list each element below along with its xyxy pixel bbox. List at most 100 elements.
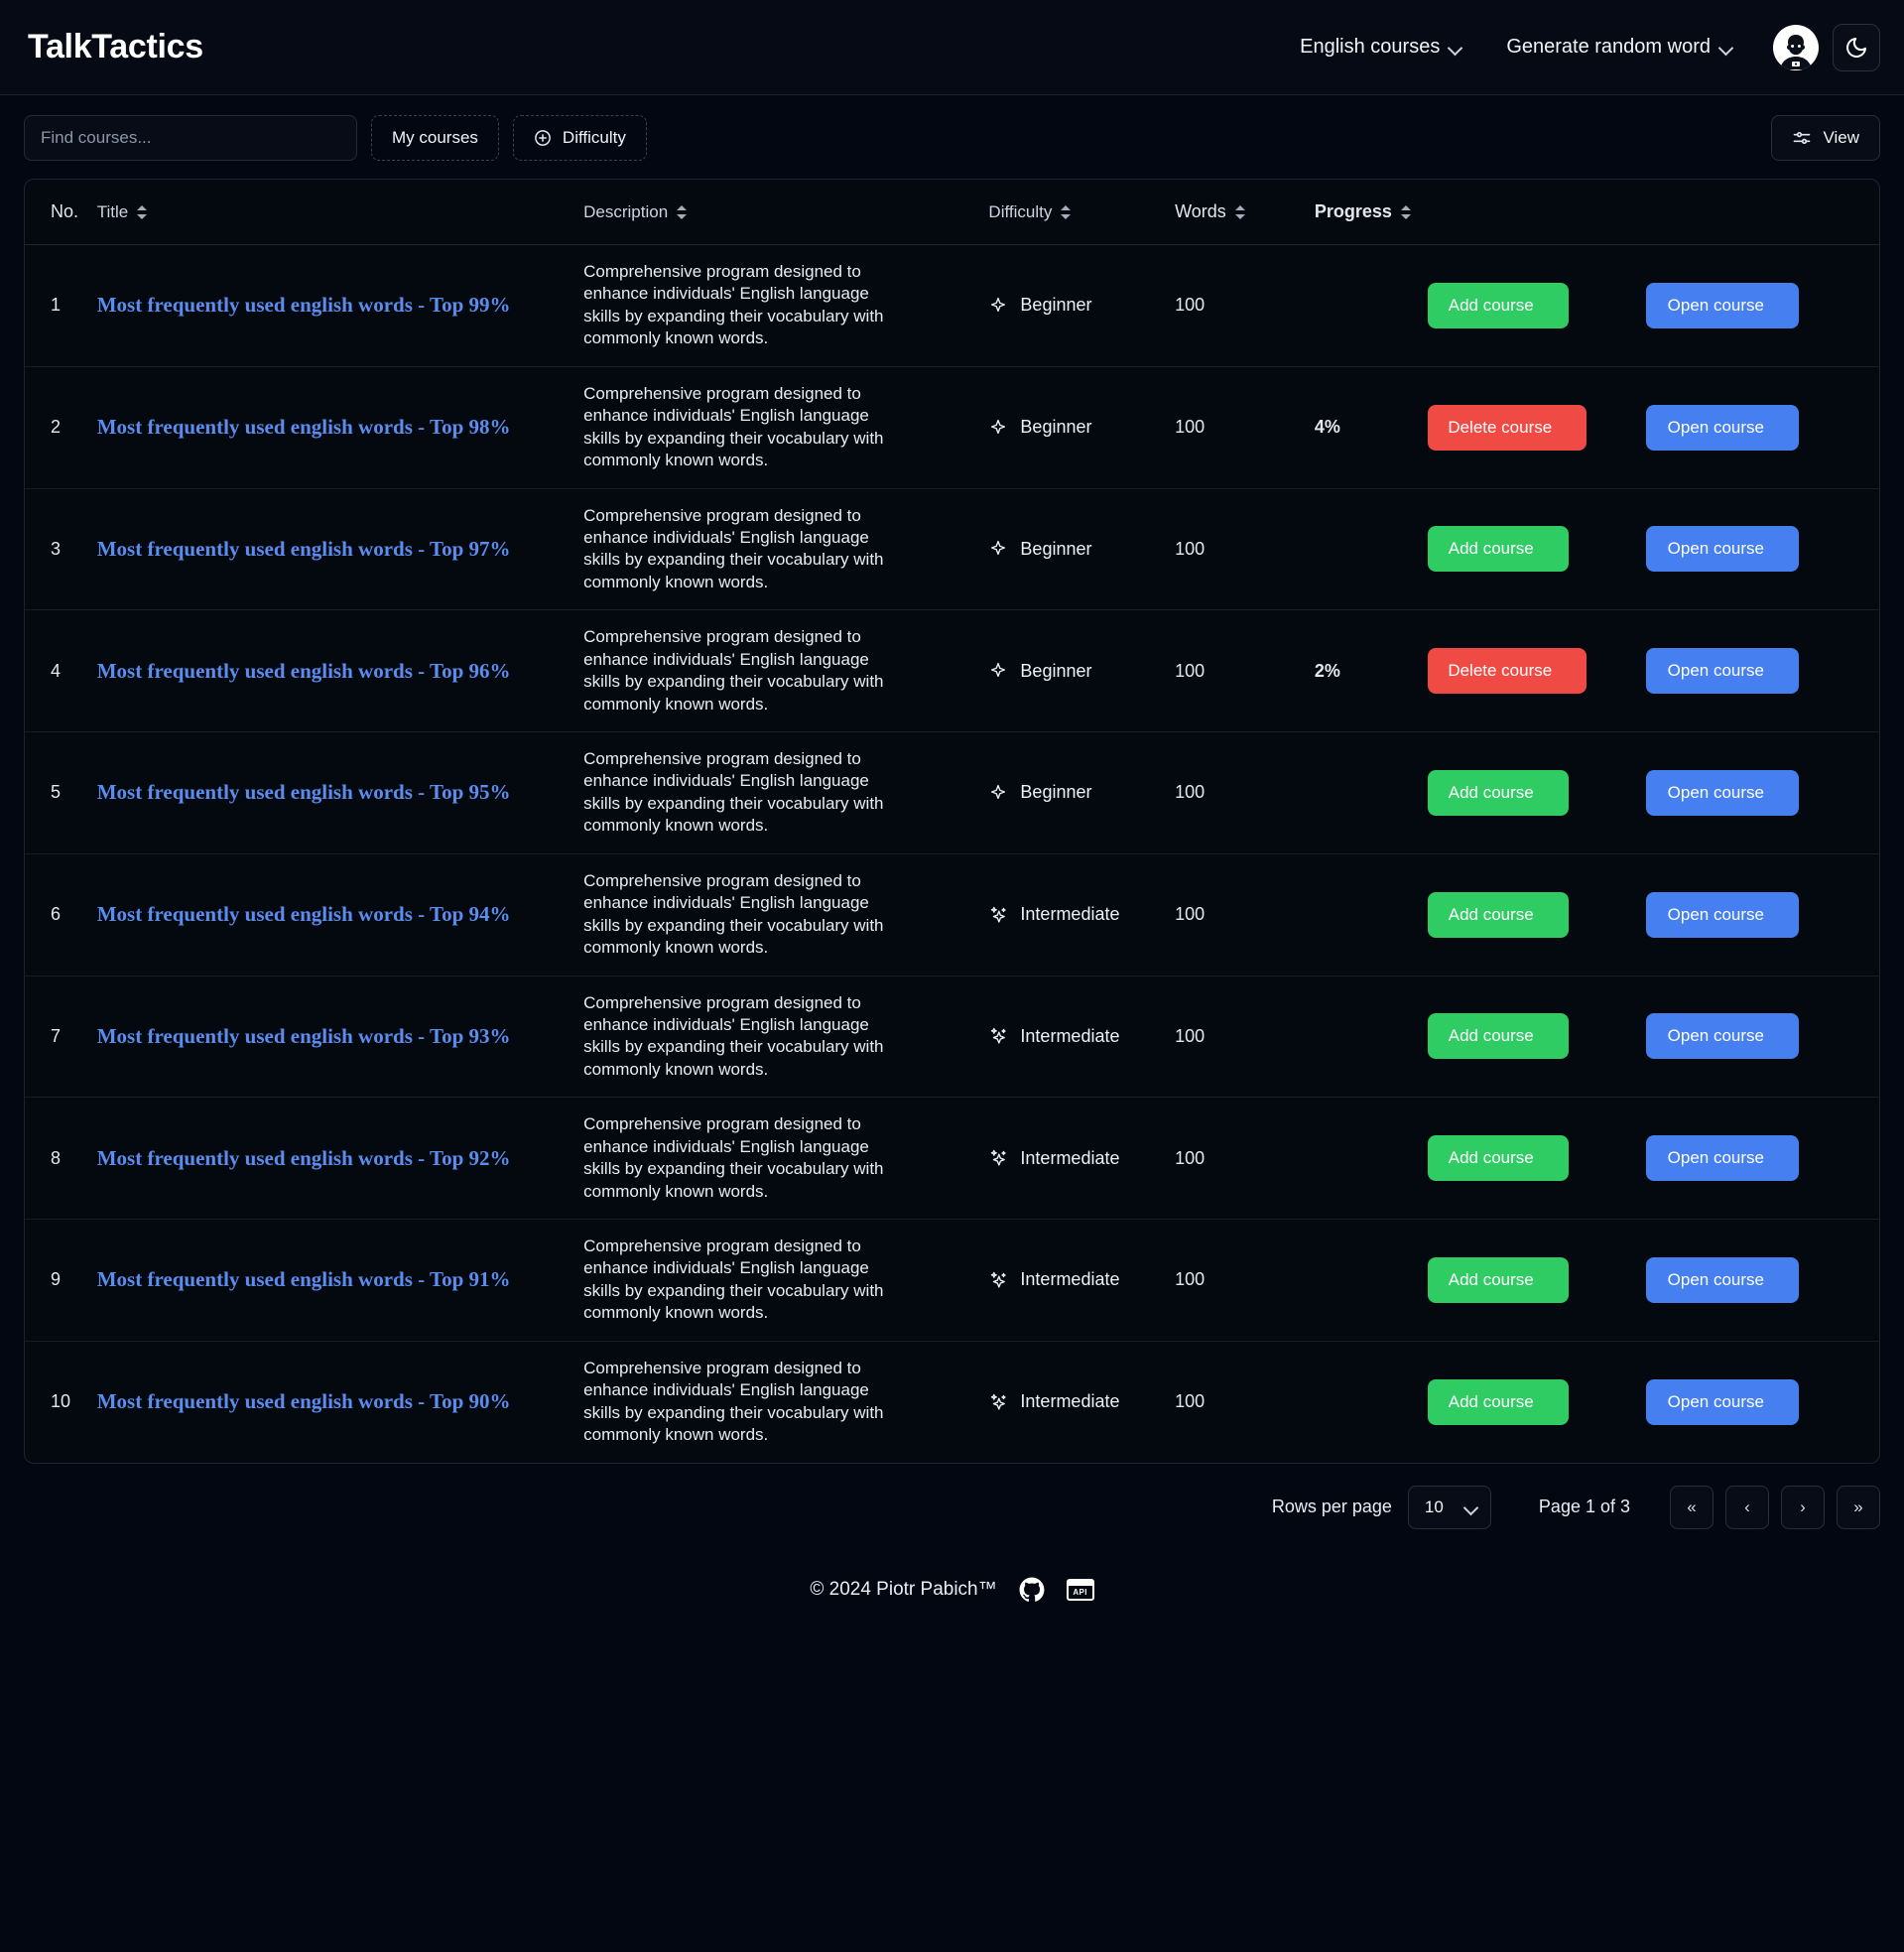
open-course-button[interactable]: Open course [1646,648,1800,695]
progress-value [1314,1097,1428,1220]
course-title-link[interactable]: Most frequently used english words - Top… [97,1146,511,1170]
sort-icon[interactable] [137,204,148,220]
column-header-words[interactable]: Words [1175,180,1315,245]
table-row: 2 Most frequently used english words - To… [25,366,1879,489]
toolbar: My courses Difficulty View [0,95,1904,179]
table-row: 10 Most frequently used english words - T… [25,1341,1879,1462]
course-title-link[interactable]: Most frequently used english words - Top… [97,659,511,683]
course-title-link[interactable]: Most frequently used english words - Top… [97,293,511,317]
api-link[interactable]: API [1066,1578,1094,1601]
open-course-button[interactable]: Open course [1646,1135,1800,1182]
column-header-title[interactable]: Title [96,180,584,245]
add-course-button[interactable]: Add course [1427,769,1569,816]
add-course-button-label: Add course [1448,782,1534,802]
nav-generate-random-word[interactable]: Generate random word [1484,26,1755,68]
add-course-button-label: Add course [1448,539,1534,559]
column-header-description[interactable]: Description [583,180,989,245]
open-course-button[interactable]: Open course [1646,769,1800,816]
open-course-button[interactable]: Open course [1646,404,1800,451]
github-link[interactable] [1019,1577,1045,1603]
open-course-button-label: Open course [1667,1148,1764,1168]
open-course-button[interactable]: Open course [1646,891,1800,938]
table-row: 7 Most frequently used english words - To… [25,976,1879,1099]
avatar[interactable] [1773,24,1819,70]
open-course-button-label: Open course [1667,417,1764,437]
add-course-button[interactable]: Add course [1427,891,1569,938]
course-title-link[interactable]: Most frequently used english words - Top… [97,780,511,804]
column-label-difficulty: Difficulty [988,201,1053,221]
progress-value [1314,488,1428,611]
column-label-no: No. [51,201,79,221]
add-course-button[interactable]: Add course [1427,282,1569,328]
sparkles-icon [991,906,1007,923]
open-course-button[interactable]: Open course [1646,1378,1800,1425]
add-course-button[interactable]: Add course [1427,1013,1569,1060]
course-title-link[interactable]: Most frequently used english words - Top… [97,415,511,439]
row-number: 1 [25,244,97,367]
open-course-button[interactable]: Open course [1646,1013,1800,1060]
difficulty-label: Beginner [1020,417,1092,438]
rows-per-page-value: 10 [1424,1497,1444,1516]
course-title-link[interactable]: Most frequently used english words - Top… [97,902,511,926]
column-header-difficulty[interactable]: Difficulty [988,180,1176,245]
delete-course-button[interactable]: Delete course [1427,404,1587,451]
words-count: 100 [1175,976,1315,1099]
sort-icon[interactable] [677,204,688,220]
course-title-link[interactable]: Most frequently used english words - Top… [97,537,511,561]
first-page-button[interactable]: « [1670,1485,1714,1529]
words-count: 100 [1175,853,1315,976]
rows-per-page-select[interactable]: 10 [1407,1485,1491,1529]
view-options-button[interactable]: View [1771,115,1880,161]
add-course-button-label: Add course [1448,1391,1534,1411]
theme-toggle-button[interactable] [1833,23,1880,71]
open-course-button-label: Open course [1667,1026,1764,1046]
api-icon: API [1066,1578,1094,1601]
column-header-progress[interactable]: Progress [1314,180,1428,245]
courses-table: No. Title Description Difficulty Words P… [25,180,1879,1463]
header-actions: English courses Generate random word [1278,23,1880,71]
add-course-button-label: Add course [1448,1269,1534,1289]
words-count: 100 [1175,731,1315,854]
add-course-button[interactable]: Add course [1427,1135,1569,1182]
course-description: Comprehensive program designed to enhanc… [583,1114,884,1201]
plus-circle-icon [535,130,551,146]
page-indicator: Page 1 of 3 [1538,1497,1630,1516]
sort-icon[interactable] [1061,204,1072,220]
open-course-button[interactable]: Open course [1646,282,1800,328]
add-course-button-label: Add course [1448,295,1534,315]
open-course-button[interactable]: Open course [1646,526,1800,573]
course-title-link[interactable]: Most frequently used english words - Top… [97,1267,511,1291]
table-row: 1 Most frequently used english words - To… [25,244,1879,367]
course-title-link[interactable]: Most frequently used english words - Top… [97,1024,511,1048]
row-number: 2 [25,366,97,489]
nav-english-courses[interactable]: English courses [1278,26,1484,68]
add-course-button[interactable]: Add course [1427,1256,1569,1303]
difficulty-badge: Intermediate [988,1391,1175,1412]
add-course-button[interactable]: Add course [1427,526,1569,573]
search-input[interactable] [24,115,357,161]
sparkle-icon [991,419,1006,434]
column-label-title: Title [96,201,129,221]
course-description: Comprehensive program designed to enhanc… [583,627,884,714]
my-courses-filter-button[interactable]: My courses [371,115,499,161]
previous-page-button[interactable]: ‹ [1725,1485,1769,1529]
delete-course-button[interactable]: Delete course [1427,648,1587,695]
open-course-button[interactable]: Open course [1646,1256,1800,1303]
sort-icon[interactable] [1400,204,1411,220]
chevron-down-icon [1449,43,1462,52]
last-page-button[interactable]: » [1837,1485,1880,1529]
open-course-button-label: Open course [1667,295,1764,315]
github-icon [1019,1577,1045,1602]
page-buttons: « ‹ › » [1670,1485,1880,1529]
sort-icon[interactable] [1234,204,1245,220]
next-page-button[interactable]: › [1781,1485,1825,1529]
course-title-link[interactable]: Most frequently used english words - Top… [97,1389,511,1413]
column-header-action-secondary [1646,180,1879,245]
difficulty-filter-button[interactable]: Difficulty [512,115,647,161]
difficulty-label: Intermediate [1020,1025,1120,1046]
add-course-button[interactable]: Add course [1427,1378,1569,1425]
row-number: 4 [25,609,97,732]
open-course-button-label: Open course [1667,782,1764,802]
add-course-button-label: Add course [1448,1026,1534,1046]
sparkle-icon [991,297,1006,312]
